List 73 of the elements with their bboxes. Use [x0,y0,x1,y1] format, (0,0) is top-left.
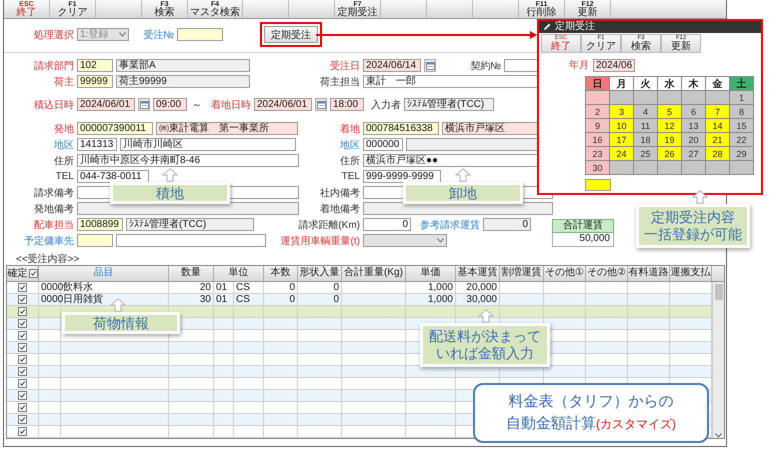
column-header: 確定 [8,266,28,280]
field-label: 住所 [54,156,74,166]
total-fare-label: 合計運賃 [552,219,614,233]
field-label: 請求距離(Km) [298,220,360,230]
table-cell: 0 [298,282,342,293]
table-cell: 0 [264,294,298,305]
table-cell: 1,000 [406,282,456,293]
tooltip-text: 自動金額計算(カスタマイズ) [506,414,676,434]
column-header: その他② [586,266,628,281]
column-header: 数量 [169,266,214,281]
tooltip-text: いれば金額入力 [436,345,534,362]
tooltip-text: 定期受注内容 [651,209,735,226]
tooltip-text: 配送料が決まって [429,328,541,345]
field-label: 発地 [54,124,74,134]
field-label: 着地日時 [211,100,251,110]
table-cell: CS [234,282,264,293]
field-label: TEL [56,171,74,182]
column-header: 割増運賃 [500,266,544,281]
column-header: 合計重量(Kg) [342,266,406,281]
column-header: 運搬支払 [670,266,712,281]
tooltip-text: 料金表（タリフ）からの [508,392,674,412]
column-header: 形状入量 [298,266,342,281]
table-cell: CS [234,294,264,305]
weekday-header: 水 [658,77,681,90]
column-header: その他① [544,266,586,281]
field-label: 契約№ [470,60,501,72]
field-label: 荷主 [54,76,74,88]
field-label: 受注日 [330,60,360,72]
field-label: 着地 [340,124,360,134]
field-label: 発地備考 [34,204,74,214]
tooltip-text: 一括登録が可能 [644,226,742,243]
table-cell: 01 [214,294,234,305]
field-label: 社内備考 [320,188,360,198]
tooltip-text: 荷物情報 [93,314,149,332]
field-label: 入力者 [371,100,401,110]
table-cell: 01 [214,282,234,293]
section-title: <<受注内容>> [16,254,80,265]
field-label: 運賃用車輌重量(t) [280,236,360,246]
field-label: 積込日時 [34,100,74,110]
field-label: TEL [342,171,360,182]
table-cell: 30,000 [456,294,500,305]
table-cell: 0000 [39,294,61,305]
column-header: 有料道路 [628,266,670,281]
table-cell: 0 [298,294,342,305]
tooltip-text: 積地 [156,184,184,202]
column-header: 基本運賃 [456,266,500,281]
field-label: 年月 [569,59,589,72]
popup-title: 定期受注 [555,21,595,33]
weekday-header: 日 [586,77,609,90]
weekday-header: 火 [634,77,657,90]
field-label: 荷主担当 [320,76,360,88]
column-header: 本数 [264,266,298,281]
field-label: 請求部門 [34,60,74,72]
table-cell: 0000 [39,282,61,293]
table-cell: 30 [169,294,214,305]
column-header: 単価 [406,266,456,281]
weekday-header: 土 [730,77,753,90]
table-cell: 20 [169,282,214,293]
field-label: 配車担当 [34,220,74,230]
field-label: 請求備考 [34,188,74,198]
field-label: 住所 [340,156,360,166]
weekday-header: 木 [682,77,705,90]
table-cell: 0 [264,282,298,293]
table-cell: 1,000 [406,294,456,305]
field-label: 処理選択 [34,30,74,40]
field-label: 着地備考 [320,204,360,214]
weekday-header: 月 [610,77,633,90]
table-cell: 20,000 [456,282,500,293]
column-header: 単位 [214,266,264,281]
weekday-header: 金 [706,77,729,90]
tooltip-text: 卸地 [449,184,477,202]
total-fare-value: 50,000 [552,233,614,247]
range-separator: ～ [191,98,203,112]
